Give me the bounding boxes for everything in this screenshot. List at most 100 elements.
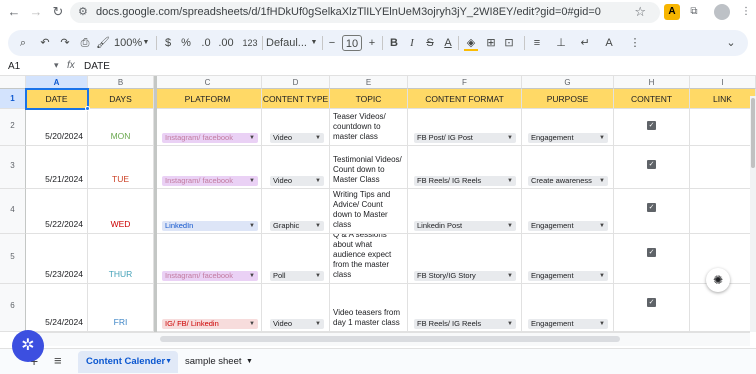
platform-dropdown-chip[interactable]: Instagram/ facebook ▼ xyxy=(162,176,258,186)
row-header-6[interactable]: 6 xyxy=(0,284,26,332)
sheet-tab-sample-sheet[interactable]: sample sheet ▼ xyxy=(180,351,260,373)
sheet-tab-content-calender[interactable]: Content Calender ▼ xyxy=(78,351,178,373)
topic-cell[interactable]: Q & A sessions about what audience expec… xyxy=(330,234,408,284)
profile-avatar[interactable] xyxy=(714,4,730,20)
back-icon[interactable]: ← xyxy=(6,4,22,20)
content-type-dropdown-chip[interactable]: Video ▼ xyxy=(270,319,324,329)
content-format-cell[interactable]: FB Story/IG Story ▼ xyxy=(408,234,522,284)
forward-icon[interactable]: → xyxy=(28,4,44,20)
content-format-dropdown-chip[interactable]: FB Post/ IG Post ▼ xyxy=(414,133,516,143)
italic-icon[interactable]: I xyxy=(406,35,418,51)
header-cell-content-type[interactable]: CONTENT TYPE xyxy=(262,89,330,109)
content-status-cell[interactable]: ✓ xyxy=(614,234,690,284)
chip-chevron-icon[interactable]: ▼ xyxy=(315,271,321,281)
undo-icon[interactable]: ↶ xyxy=(38,35,52,51)
row-header-1[interactable]: 1 xyxy=(0,89,26,109)
column-header-h[interactable]: H xyxy=(614,76,690,89)
day-cell[interactable]: THUR xyxy=(88,234,154,284)
column-header-i[interactable]: I xyxy=(690,76,756,89)
link-cell[interactable] xyxy=(690,189,756,234)
fill-handle[interactable] xyxy=(85,106,90,111)
purpose-dropdown-chip[interactable]: Engagement ▼ xyxy=(528,221,608,231)
more-formats-button[interactable]: 123 xyxy=(240,35,260,51)
purpose-dropdown-chip[interactable]: Engagement ▼ xyxy=(528,133,608,143)
name-box-chevron-icon[interactable]: ▾ xyxy=(54,60,59,71)
date-cell[interactable]: 5/23/2024 xyxy=(26,234,88,284)
content-status-cell[interactable]: ✓ xyxy=(614,146,690,189)
increase-decimal-button[interactable]: .00 xyxy=(216,35,236,51)
reload-icon[interactable]: ↻ xyxy=(50,4,66,20)
status-checkbox[interactable]: ✓ xyxy=(647,121,656,130)
column-header-e[interactable]: E xyxy=(330,76,408,89)
column-header-c[interactable]: C xyxy=(154,76,262,89)
link-cell[interactable] xyxy=(690,284,756,332)
percent-format-button[interactable]: % xyxy=(180,35,192,51)
platform-cell[interactable]: Instagram/ facebook ▼ xyxy=(154,109,262,146)
content-format-cell[interactable]: Linkedin Post ▼ xyxy=(408,189,522,234)
purpose-cell[interactable]: Engagement ▼ xyxy=(522,234,614,284)
column-header-f[interactable]: F xyxy=(408,76,522,89)
merge-cells-icon[interactable]: ⊡ xyxy=(502,35,516,51)
content-format-cell[interactable]: FB Reels/ IG Reels ▼ xyxy=(408,284,522,332)
topic-cell[interactable]: Testimonial Videos/ Count down to Master… xyxy=(330,146,408,189)
chip-chevron-icon[interactable]: ▼ xyxy=(599,271,605,281)
print-icon[interactable]: ⎙ xyxy=(78,35,92,51)
frozen-column-divider[interactable] xyxy=(154,76,157,332)
chip-chevron-icon[interactable]: ▼ xyxy=(249,176,255,186)
text-rotation-icon[interactable]: A xyxy=(602,35,616,51)
content-type-dropdown-chip[interactable]: Poll ▼ xyxy=(270,271,324,281)
date-cell[interactable]: 5/20/2024 xyxy=(26,109,88,146)
select-all-corner[interactable] xyxy=(0,76,26,89)
sheet-tab-chevron-icon[interactable]: ▼ xyxy=(165,351,172,373)
text-wrapping-icon[interactable]: ↵ xyxy=(578,35,592,51)
content-format-dropdown-chip[interactable]: Linkedin Post ▼ xyxy=(414,221,516,231)
day-cell[interactable]: WED xyxy=(88,189,154,234)
bold-icon[interactable]: B xyxy=(388,35,400,51)
day-cell[interactable]: TUE xyxy=(88,146,154,189)
date-cell[interactable]: 5/24/2024 xyxy=(26,284,88,332)
chip-chevron-icon[interactable]: ▼ xyxy=(507,271,513,281)
topic-cell[interactable]: Teaser Videos/ countdown to master class xyxy=(330,109,408,146)
platform-dropdown-chip[interactable]: LinkedIn ▼ xyxy=(162,221,258,231)
content-type-cell[interactable]: Poll ▼ xyxy=(262,234,330,284)
purpose-cell[interactable]: Engagement ▼ xyxy=(522,109,614,146)
collapse-toolbar-icon[interactable]: ⌄ xyxy=(724,35,738,51)
content-type-cell[interactable]: Video ▼ xyxy=(262,284,330,332)
header-cell-days[interactable]: DAYS xyxy=(88,89,154,109)
date-cell[interactable]: 5/21/2024 xyxy=(26,146,88,189)
currency-format-button[interactable]: $ xyxy=(162,35,174,51)
chip-chevron-icon[interactable]: ▼ xyxy=(249,271,255,281)
chip-chevron-icon[interactable]: ▼ xyxy=(507,133,513,143)
quick-action-fab[interactable]: ✲ xyxy=(12,330,44,362)
column-header-a[interactable]: A xyxy=(26,76,88,89)
all-sheets-button[interactable]: ≡ xyxy=(54,353,62,368)
header-cell-platform[interactable]: PLATFORM xyxy=(154,89,262,109)
text-color-icon[interactable]: A xyxy=(442,35,454,51)
status-checkbox[interactable]: ✓ xyxy=(647,248,656,257)
day-cell[interactable]: FRI xyxy=(88,284,154,332)
search-menus-icon[interactable]: ⌕ xyxy=(16,35,30,51)
chip-chevron-icon[interactable]: ▼ xyxy=(249,319,255,329)
content-format-dropdown-chip[interactable]: FB Story/IG Story ▼ xyxy=(414,271,516,281)
bookmark-star-icon[interactable]: ☆ xyxy=(634,4,646,20)
topic-cell[interactable]: Writing Tips and Advice/ Count down to M… xyxy=(330,189,408,234)
content-type-dropdown-chip[interactable]: Video ▼ xyxy=(270,133,324,143)
purpose-dropdown-chip[interactable]: Engagement ▼ xyxy=(528,319,608,329)
platform-cell[interactable]: IG/ FB/ Linkedin ▼ xyxy=(154,284,262,332)
row-header-5[interactable]: 5 xyxy=(0,234,26,284)
platform-dropdown-chip[interactable]: Instagram/ facebook ▼ xyxy=(162,133,258,143)
purpose-dropdown-chip[interactable]: Engagement ▼ xyxy=(528,271,608,281)
chip-chevron-icon[interactable]: ▼ xyxy=(507,221,513,231)
platform-cell[interactable]: LinkedIn ▼ xyxy=(154,189,262,234)
content-status-cell[interactable]: ✓ xyxy=(614,189,690,234)
header-cell-date[interactable]: DATE xyxy=(26,89,88,109)
browser-menu-icon[interactable]: ⋮ xyxy=(738,4,754,20)
chip-chevron-icon[interactable]: ▼ xyxy=(507,176,513,186)
purpose-cell[interactable]: Create awareness ▼ xyxy=(522,146,614,189)
column-header-g[interactable]: G xyxy=(522,76,614,89)
horizontal-align-icon[interactable]: ≡ xyxy=(530,35,544,51)
gemini-assist-icon[interactable]: ✺ xyxy=(706,268,730,292)
day-cell[interactable]: MON xyxy=(88,109,154,146)
content-format-cell[interactable]: FB Post/ IG Post ▼ xyxy=(408,109,522,146)
vertical-scroll-thumb[interactable] xyxy=(751,98,755,168)
